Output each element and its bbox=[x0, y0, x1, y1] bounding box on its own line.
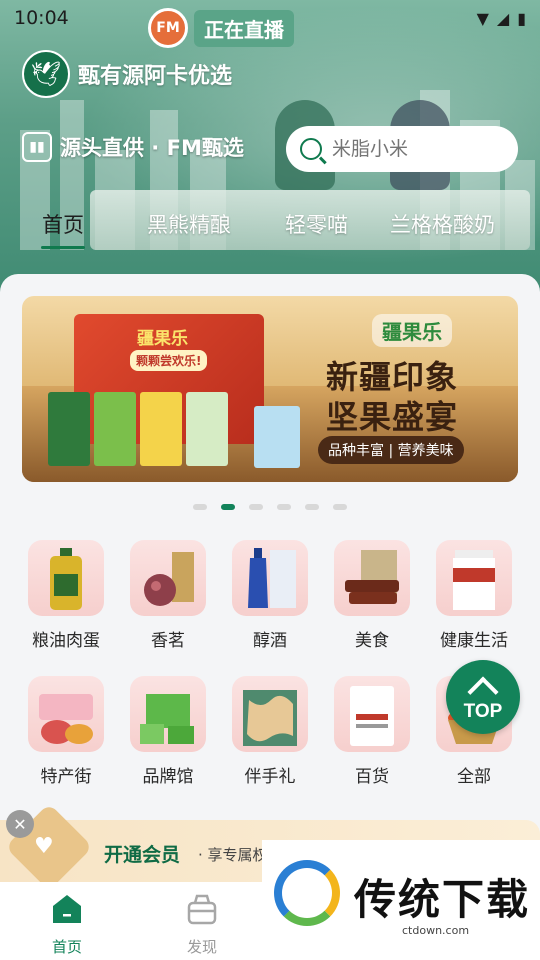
tabbar-label: 发现 bbox=[186, 938, 217, 956]
promo-banner[interactable]: 疆果乐 颗颗尝欢乐! 疆果乐 新疆印象 坚果盛宴 品种丰富 | 营养美味 bbox=[22, 296, 518, 482]
category-label: 醇酒 bbox=[253, 631, 287, 651]
brand: 🕊 甄有源阿卡优选 bbox=[22, 50, 232, 98]
battery-icon: ▮ bbox=[517, 8, 526, 28]
banner-tagline: 品种丰富 | 营养美味 bbox=[318, 436, 464, 464]
category-item[interactable]: 醇酒 bbox=[225, 540, 315, 651]
carousel-dot[interactable] bbox=[277, 504, 291, 510]
nut-pack-image bbox=[140, 392, 182, 466]
tab-heixiong[interactable]: 黑熊精酿 bbox=[147, 205, 231, 243]
category-label: 特产街 bbox=[40, 767, 92, 787]
watermark-text: 传统下载 bbox=[354, 875, 531, 924]
category-label: 健康生活 bbox=[440, 631, 508, 651]
category-label: 香茗 bbox=[151, 631, 185, 651]
watermark-logo-icon bbox=[274, 860, 340, 926]
home-icon bbox=[53, 895, 81, 923]
slogan-text: 源头直供 · FM甄选 bbox=[60, 136, 244, 160]
banner-logo: 疆果乐 bbox=[372, 314, 452, 347]
nut-pack-image bbox=[48, 392, 90, 466]
carousel-dot[interactable] bbox=[193, 504, 207, 510]
category-label: 百货 bbox=[355, 767, 389, 787]
category-label: 伴手礼 bbox=[244, 767, 296, 787]
carousel-indicator bbox=[0, 504, 540, 510]
category-item[interactable]: 品牌馆 bbox=[123, 676, 213, 787]
tabbar-discover[interactable]: 发现 bbox=[162, 892, 242, 957]
tab-home[interactable]: 首页 bbox=[41, 205, 85, 249]
carousel-dot[interactable] bbox=[305, 504, 319, 510]
category-item[interactable]: 伴手礼 bbox=[225, 676, 315, 787]
member-title: 开通会员 bbox=[104, 844, 181, 866]
back-to-top-button[interactable]: TOP bbox=[446, 660, 520, 734]
nut-pack-image bbox=[94, 392, 136, 466]
tea-icon bbox=[130, 540, 206, 616]
member-subtitle: · 享专属权 bbox=[198, 846, 268, 864]
category-label: 粮油肉蛋 bbox=[32, 631, 100, 651]
search-icon bbox=[300, 138, 322, 160]
category-label: 美食 bbox=[355, 631, 389, 651]
signal-icon: ◢ bbox=[496, 8, 510, 28]
status-time: 10:04 bbox=[14, 7, 69, 29]
banner-title: 坚果盛宴 bbox=[326, 398, 459, 436]
category-item[interactable]: 粮油肉蛋 bbox=[21, 540, 111, 651]
search-input[interactable] bbox=[332, 138, 492, 160]
oil-bottle-icon bbox=[28, 540, 104, 616]
category-item[interactable]: 香茗 bbox=[123, 540, 213, 651]
brand-name: 甄有源阿卡优选 bbox=[78, 64, 233, 89]
vip-heart-icon: ♥ bbox=[34, 834, 54, 859]
category-item[interactable]: 特产街 bbox=[21, 676, 111, 787]
discover-icon bbox=[187, 894, 217, 925]
box-slogan: 颗颗尝欢乐! bbox=[130, 350, 208, 371]
carousel-dot[interactable] bbox=[249, 504, 263, 510]
watermark-url: ctdown.com bbox=[402, 924, 470, 937]
watermark-overlay: 传统下载 ctdown.com bbox=[262, 840, 540, 960]
tab-langege[interactable]: 兰格格酸奶 bbox=[390, 205, 495, 243]
tabbar-home[interactable]: 首页 bbox=[27, 892, 107, 957]
health-icon bbox=[436, 540, 512, 616]
status-icons: ▼ ◢ ▮ bbox=[477, 9, 526, 28]
carousel-dot[interactable] bbox=[221, 504, 235, 510]
category-item[interactable]: 美食 bbox=[327, 540, 417, 651]
box-brand: 疆果乐 bbox=[137, 329, 188, 349]
food-icon bbox=[334, 540, 410, 616]
specialty-icon bbox=[28, 676, 104, 752]
goods-icon bbox=[334, 676, 410, 752]
slogan: ▮▮ 源头直供 · FM甄选 bbox=[22, 132, 244, 162]
crane-logo-icon: 🕊 bbox=[22, 50, 70, 98]
tab-qinglingmiao[interactable]: 轻零喵 bbox=[285, 205, 348, 243]
liquor-icon bbox=[232, 540, 308, 616]
gift-icon bbox=[232, 676, 308, 752]
audio-wave-icon: ▮▮ bbox=[22, 132, 52, 162]
category-label: 全部 bbox=[457, 767, 491, 787]
status-bar: 10:04 ▼ ◢ ▮ bbox=[0, 0, 540, 36]
close-icon[interactable]: ✕ bbox=[6, 810, 34, 838]
carousel-dot[interactable] bbox=[333, 504, 347, 510]
search-bar[interactable] bbox=[286, 126, 518, 172]
category-label: 品牌馆 bbox=[142, 767, 194, 787]
tabbar-label: 首页 bbox=[51, 938, 82, 956]
nut-pack-image bbox=[186, 392, 228, 466]
gift-bag-image bbox=[254, 406, 300, 468]
wifi-icon: ▼ bbox=[476, 8, 489, 28]
category-item[interactable]: 百货 bbox=[327, 676, 417, 787]
brand-icon bbox=[130, 676, 206, 752]
category-item[interactable]: 健康生活 bbox=[429, 540, 519, 651]
